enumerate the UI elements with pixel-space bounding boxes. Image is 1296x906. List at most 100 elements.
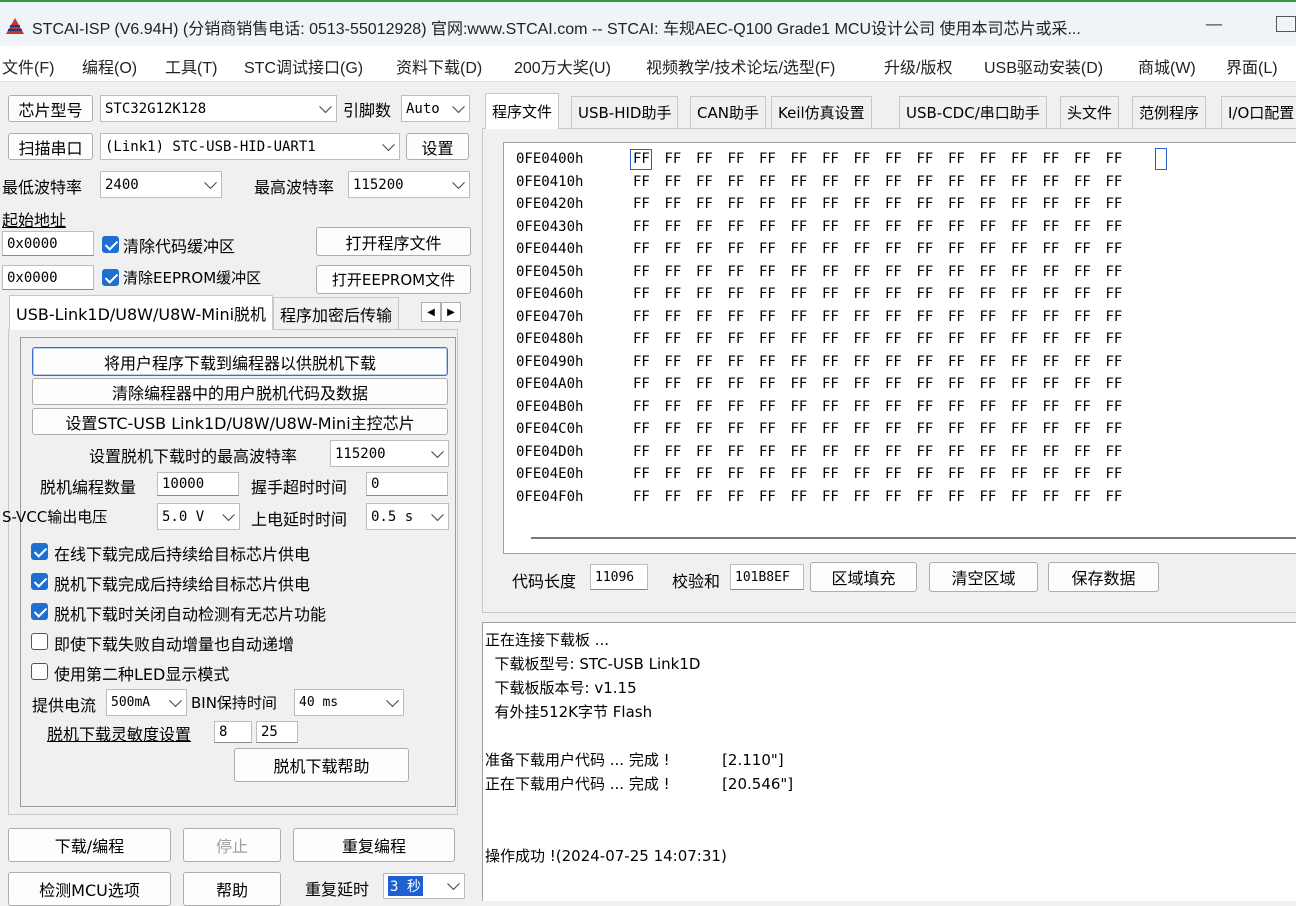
hex-byte[interactable]: FF: [665, 399, 697, 415]
menu-file[interactable]: 文件(F): [2, 54, 54, 78]
hex-byte[interactable]: FF: [1106, 444, 1138, 460]
hex-byte[interactable]: FF: [791, 354, 823, 370]
hex-editor[interactable]: 0FE0400h FF FF FF FF FF FF FF FF FF FF FF FF FF FF FF FF…: [503, 142, 1296, 554]
tab-can-assistant[interactable]: CAN助手: [690, 96, 766, 128]
hex-byte[interactable]: FF: [633, 241, 665, 257]
hex-byte[interactable]: FF: [759, 444, 791, 460]
hex-byte[interactable]: FF: [885, 309, 917, 325]
hex-byte[interactable]: FF: [1043, 489, 1075, 505]
hex-byte[interactable]: FF: [728, 286, 760, 302]
hex-byte[interactable]: FF: [633, 466, 665, 482]
hex-byte[interactable]: FF: [822, 331, 854, 347]
settings-button[interactable]: 设置: [406, 133, 469, 160]
hex-byte[interactable]: FF: [728, 241, 760, 257]
hex-byte[interactable]: FF: [696, 196, 728, 212]
hex-byte[interactable]: FF: [665, 421, 697, 437]
hex-byte[interactable]: FF: [917, 264, 949, 280]
hex-byte[interactable]: FF: [948, 354, 980, 370]
hex-byte[interactable]: FF: [1074, 466, 1106, 482]
hex-byte[interactable]: FF: [633, 354, 665, 370]
chip-type-button[interactable]: 芯片型号: [8, 95, 93, 122]
hex-byte[interactable]: FF: [854, 466, 886, 482]
hex-byte[interactable]: FF: [1011, 399, 1043, 415]
tab-header-files[interactable]: 头文件: [1060, 96, 1120, 128]
hex-byte[interactable]: FF: [1074, 399, 1106, 415]
hex-byte[interactable]: FF: [822, 354, 854, 370]
hex-byte[interactable]: FF: [759, 196, 791, 212]
hex-byte[interactable]: FF: [728, 399, 760, 415]
hex-byte[interactable]: FF: [759, 264, 791, 280]
hex-byte[interactable]: FF: [885, 151, 917, 167]
hex-byte[interactable]: FF: [1043, 219, 1075, 235]
supply-current-select[interactable]: 500mA: [106, 689, 187, 716]
hex-byte[interactable]: FF: [822, 444, 854, 460]
hex-byte[interactable]: FF: [665, 489, 697, 505]
hex-byte[interactable]: FF: [917, 286, 949, 302]
clear-programmer-button[interactable]: 清除编程器中的用户脱机代码及数据: [32, 378, 448, 405]
hex-byte[interactable]: FF: [728, 151, 760, 167]
hex-byte[interactable]: FF: [1043, 196, 1075, 212]
hex-byte[interactable]: FF: [822, 264, 854, 280]
hex-byte[interactable]: FF: [885, 444, 917, 460]
hex-byte[interactable]: FF: [696, 444, 728, 460]
hex-byte[interactable]: FF: [1106, 264, 1138, 280]
hex-byte[interactable]: FF: [728, 376, 760, 392]
hex-byte[interactable]: FF: [885, 489, 917, 505]
hex-byte[interactable]: FF: [1011, 219, 1043, 235]
hex-byte[interactable]: FF: [885, 219, 917, 235]
hex-byte[interactable]: FF: [980, 286, 1012, 302]
hex-byte[interactable]: FF: [633, 174, 665, 190]
hex-byte[interactable]: FF: [980, 421, 1012, 437]
hex-byte[interactable]: FF: [1074, 264, 1106, 280]
hex-byte[interactable]: FF: [759, 331, 791, 347]
hex-byte[interactable]: FF: [665, 264, 697, 280]
hex-byte[interactable]: FF: [665, 331, 697, 347]
hex-byte[interactable]: FF: [791, 219, 823, 235]
hex-byte[interactable]: FF: [822, 151, 854, 167]
hex-byte[interactable]: FF: [822, 174, 854, 190]
offline-max-baud-select[interactable]: 115200: [330, 440, 449, 467]
hex-byte[interactable]: FF: [791, 376, 823, 392]
hex-byte[interactable]: FF: [1043, 354, 1075, 370]
hex-byte[interactable]: FF: [696, 331, 728, 347]
hex-byte[interactable]: FF: [696, 174, 728, 190]
port-select[interactable]: (Link1) STC-USB-HID-UART1: [100, 133, 400, 160]
hex-byte[interactable]: FF: [1074, 421, 1106, 437]
max-baud-select[interactable]: 115200: [348, 171, 470, 198]
hex-byte[interactable]: FF: [822, 241, 854, 257]
hex-byte[interactable]: FF: [1074, 444, 1106, 460]
hex-byte[interactable]: FF: [665, 309, 697, 325]
maximize-button[interactable]: [1276, 16, 1296, 32]
hex-byte[interactable]: FF: [791, 196, 823, 212]
hex-byte[interactable]: FF: [759, 309, 791, 325]
pin-count-select[interactable]: Auto: [401, 95, 470, 122]
hex-byte[interactable]: FF: [1043, 331, 1075, 347]
start-address-input-2[interactable]: 0x0000: [2, 265, 94, 290]
svcc-voltage-select[interactable]: 5.0 V: [157, 503, 240, 530]
handshake-timeout-input[interactable]: 0: [366, 472, 448, 496]
program-count-input[interactable]: 10000: [157, 472, 239, 496]
hex-byte[interactable]: FF: [1106, 309, 1138, 325]
hex-byte[interactable]: FF: [980, 241, 1012, 257]
hex-byte[interactable]: FF: [1074, 151, 1106, 167]
hex-byte[interactable]: FF: [1106, 376, 1138, 392]
hex-byte[interactable]: FF: [728, 354, 760, 370]
hex-byte[interactable]: FF: [791, 174, 823, 190]
hex-byte[interactable]: FF: [854, 196, 886, 212]
download-to-programmer-button[interactable]: 将用户程序下载到编程器以供脱机下载: [32, 347, 448, 376]
hex-byte[interactable]: FF: [728, 219, 760, 235]
hex-byte[interactable]: FF: [917, 399, 949, 415]
hex-byte[interactable]: FF: [1043, 264, 1075, 280]
sensitivity-input-1[interactable]: 8: [214, 721, 252, 743]
hex-byte[interactable]: FF: [791, 286, 823, 302]
clear-code-buffer-checkbox[interactable]: [102, 236, 119, 253]
hex-byte[interactable]: FF: [1074, 489, 1106, 505]
hex-byte[interactable]: FF: [980, 376, 1012, 392]
hex-byte[interactable]: FF: [1106, 331, 1138, 347]
hex-byte[interactable]: FF: [1043, 466, 1075, 482]
hex-byte[interactable]: FF: [948, 421, 980, 437]
hex-byte[interactable]: FF: [665, 376, 697, 392]
hex-byte[interactable]: FF: [759, 466, 791, 482]
hex-byte[interactable]: FF: [854, 151, 886, 167]
hex-byte[interactable]: FF: [728, 421, 760, 437]
